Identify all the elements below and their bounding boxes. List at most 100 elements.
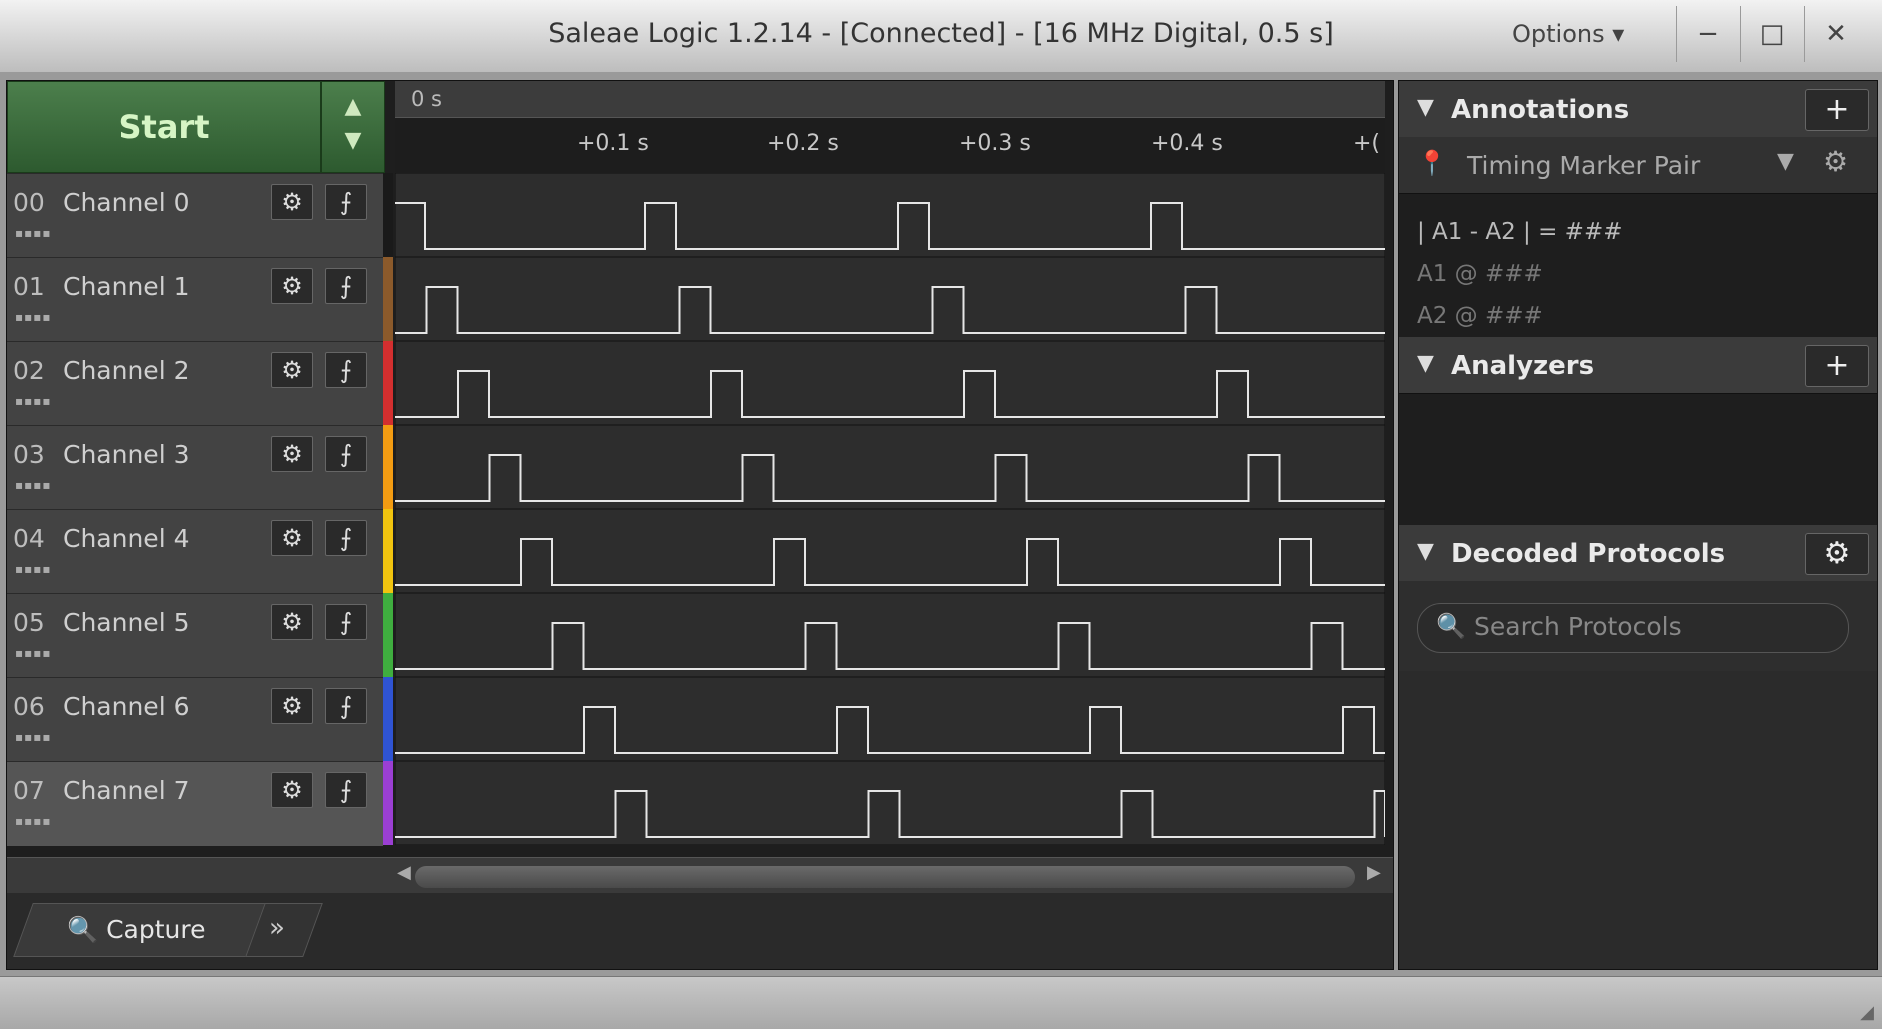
horizontal-scrollbar[interactable]: ◀ ▶	[7, 857, 1393, 894]
channel-number: 03	[13, 440, 45, 469]
timeline-origin-label: 0 s	[411, 87, 442, 111]
channel-name: Channel 5	[63, 608, 190, 637]
trigger-edge-button[interactable]: ⨍	[325, 688, 367, 724]
channel-number: 00	[13, 188, 45, 217]
tick-label: +0.1 s	[577, 131, 649, 156]
decoded-settings-button[interactable]: ⚙	[1805, 533, 1869, 575]
down-arrow-icon: ▼	[344, 128, 362, 153]
trigger-edge-button[interactable]: ⨍	[325, 436, 367, 472]
timeline-origin-row: 0 s	[395, 81, 1385, 118]
channel-settings-button[interactable]: ⚙	[271, 268, 313, 304]
trigger-edge-button[interactable]: ⨍	[325, 352, 367, 388]
status-bar: ◢	[0, 976, 1882, 1029]
channel-row[interactable]: 07 ▪▪▪▪ Channel 7 ⚙ ⨍	[7, 761, 383, 846]
drag-handle-icon[interactable]: ▪▪▪▪	[15, 310, 52, 324]
channel-name: Channel 3	[63, 440, 190, 469]
bottom-tab-strip: 🔍 Capture »	[7, 893, 1393, 969]
waveform-row	[394, 424, 1386, 510]
trigger-edge-button[interactable]: ⨍	[325, 772, 367, 808]
decoded-protocols-title: Decoded Protocols	[1451, 539, 1726, 569]
channel-row[interactable]: 02 ▪▪▪▪ Channel 2 ⚙ ⨍	[7, 341, 383, 426]
timing-marker-label: Timing Marker Pair	[1467, 151, 1701, 180]
trigger-edge-button[interactable]: ⨍	[325, 184, 367, 220]
waveform-row	[394, 760, 1386, 846]
search-placeholder: Search Protocols	[1474, 612, 1682, 641]
drag-handle-icon[interactable]: ▪▪▪▪	[15, 394, 52, 408]
minimize-button[interactable]: −	[1676, 6, 1739, 62]
marker-a2-value: A2 @ ###	[1417, 303, 1543, 329]
drag-handle-icon[interactable]: ▪▪▪▪	[15, 814, 52, 828]
waveform-row	[394, 676, 1386, 762]
marker-formula: | A1 - A2 | = ###	[1417, 219, 1623, 245]
chevron-right-icon: »	[269, 913, 285, 943]
collapse-triangle-icon: ▼	[1417, 351, 1434, 376]
drag-handle-icon[interactable]: ▪▪▪▪	[15, 646, 52, 660]
channel-settings-button[interactable]: ⚙	[271, 184, 313, 220]
channel-row[interactable]: 03 ▪▪▪▪ Channel 3 ⚙ ⨍	[7, 425, 383, 510]
channel-row[interactable]: 01 ▪▪▪▪ Channel 1 ⚙ ⨍	[7, 257, 383, 342]
channel-color-bar	[383, 341, 393, 425]
collapse-triangle-icon: ▼	[1417, 95, 1434, 120]
scroll-thumb[interactable]	[415, 866, 1355, 888]
channel-row[interactable]: 00 ▪▪▪▪ Channel 0 ⚙ ⨍	[7, 173, 383, 258]
analyzers-header[interactable]: ▼ Analyzers +	[1399, 337, 1877, 394]
search-input[interactable]: 🔍 Search Protocols	[1417, 603, 1849, 653]
trigger-edge-button[interactable]: ⨍	[325, 604, 367, 640]
add-annotation-button[interactable]: +	[1805, 89, 1869, 131]
waveform-area[interactable]	[394, 172, 1386, 846]
tick-label: +(	[1353, 131, 1381, 156]
add-analyzer-button[interactable]: +	[1805, 345, 1869, 387]
channel-name: Channel 1	[63, 272, 190, 301]
decoded-results-list	[1399, 671, 1877, 969]
timeline-ruler[interactable]: 0 s +0.1 s +0.2 s +0.3 s +0.4 s +(	[395, 81, 1385, 175]
marker-pin-icon: 📍	[1417, 149, 1447, 177]
waveform-row	[394, 508, 1386, 594]
maximize-button[interactable]: □	[1740, 6, 1803, 62]
channel-settings-button[interactable]: ⚙	[271, 520, 313, 556]
drag-handle-icon[interactable]: ▪▪▪▪	[15, 562, 52, 576]
tick-label: +0.2 s	[767, 131, 839, 156]
drag-handle-icon[interactable]: ▪▪▪▪	[15, 478, 52, 492]
waveform-row	[394, 592, 1386, 678]
scroll-right-icon[interactable]: ▶	[1367, 862, 1381, 883]
channel-number: 01	[13, 272, 45, 301]
analyzers-title: Analyzers	[1451, 351, 1595, 381]
channel-number: 04	[13, 524, 45, 553]
waveform-row	[394, 340, 1386, 426]
drag-handle-icon[interactable]: ▪▪▪▪	[15, 226, 52, 240]
trigger-edge-button[interactable]: ⨍	[325, 268, 367, 304]
sidebar: ▼ Annotations + 📍 Timing Marker Pair ▼ ⚙…	[1398, 80, 1878, 970]
close-button[interactable]: ✕	[1804, 6, 1867, 62]
channel-row[interactable]: 04 ▪▪▪▪ Channel 4 ⚙ ⨍	[7, 509, 383, 594]
channel-number: 06	[13, 692, 45, 721]
channel-settings-button[interactable]: ⚙	[271, 604, 313, 640]
decoded-protocols-header[interactable]: ▼ Decoded Protocols ⚙	[1399, 525, 1877, 582]
start-button[interactable]: Start	[7, 81, 321, 173]
annotations-header[interactable]: ▼ Annotations +	[1399, 81, 1877, 138]
trigger-edge-button[interactable]: ⨍	[325, 520, 367, 556]
channel-settings-button[interactable]: ⚙	[271, 772, 313, 808]
channel-color-bar	[383, 677, 393, 761]
capture-settings-toggle[interactable]: ▲ ▼	[321, 81, 385, 173]
marker-gear-icon[interactable]: ⚙	[1823, 145, 1848, 178]
scroll-left-icon[interactable]: ◀	[397, 862, 411, 883]
channel-settings-button[interactable]: ⚙	[271, 436, 313, 472]
channel-color-bar	[383, 593, 393, 677]
capture-tab-label: 🔍 Capture	[67, 915, 206, 944]
channel-row[interactable]: 05 ▪▪▪▪ Channel 5 ⚙ ⨍	[7, 593, 383, 678]
waveform-row	[394, 256, 1386, 342]
channel-number: 07	[13, 776, 45, 805]
timing-marker-row[interactable]: 📍 Timing Marker Pair ▼ ⚙	[1399, 137, 1877, 194]
resize-grip-icon[interactable]: ◢	[1860, 1002, 1874, 1023]
channel-settings-button[interactable]: ⚙	[271, 352, 313, 388]
options-menu[interactable]: Options ▾	[1512, 20, 1624, 48]
up-arrow-icon: ▲	[344, 94, 362, 119]
channel-number: 02	[13, 356, 45, 385]
tick-label: +0.4 s	[1151, 131, 1223, 156]
collapse-triangle-icon: ▼	[1417, 539, 1434, 564]
waveform-row	[394, 172, 1386, 258]
drag-handle-icon[interactable]: ▪▪▪▪	[15, 730, 52, 744]
channel-row[interactable]: 06 ▪▪▪▪ Channel 6 ⚙ ⨍	[7, 677, 383, 762]
marker-dropdown-icon[interactable]: ▼	[1777, 149, 1794, 174]
channel-settings-button[interactable]: ⚙	[271, 688, 313, 724]
